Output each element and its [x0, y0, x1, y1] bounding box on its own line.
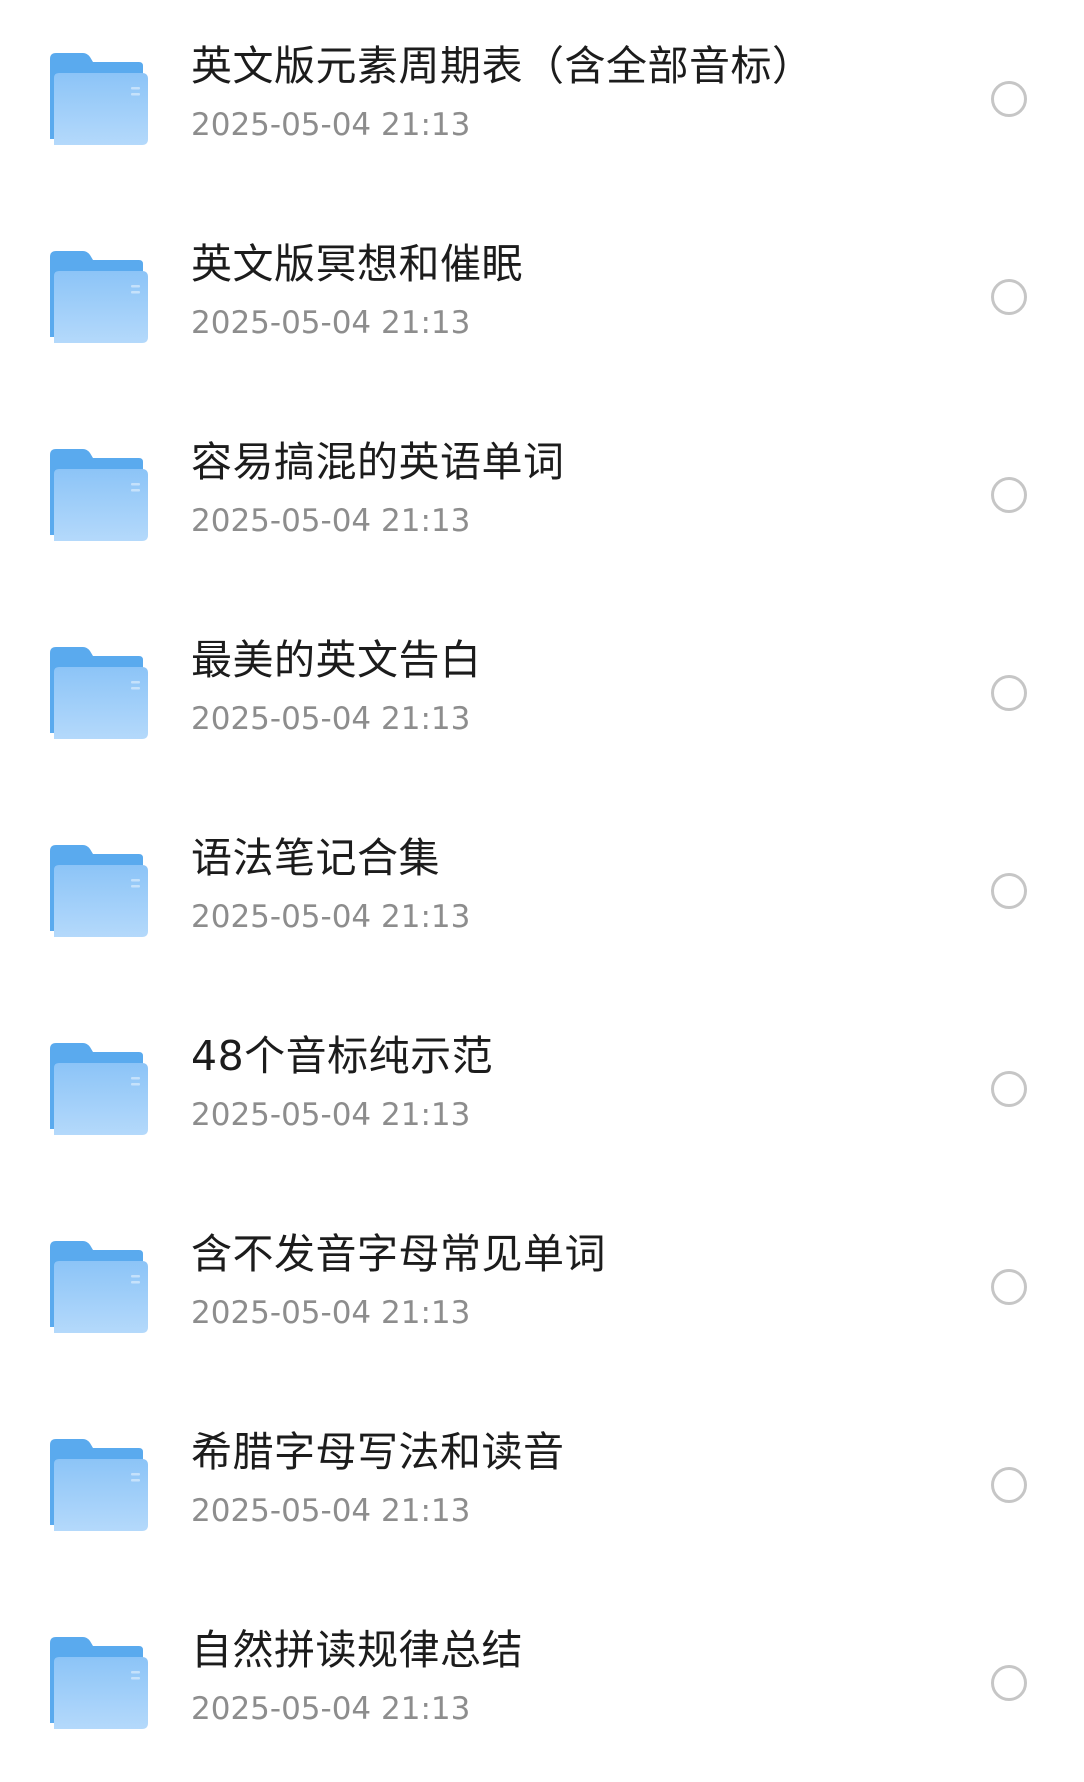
folder-name: 含不发音字母常见单词 [191, 1230, 606, 1278]
select-radio[interactable] [991, 1269, 1027, 1305]
select-radio[interactable] [991, 873, 1027, 909]
select-radio[interactable] [991, 1467, 1027, 1503]
folder-date: 2025-05-04 21:13 [191, 1691, 471, 1727]
folder-icon [50, 845, 148, 937]
folder-date: 2025-05-04 21:13 [191, 305, 471, 341]
select-radio[interactable] [991, 1071, 1027, 1107]
select-radio[interactable] [991, 477, 1027, 513]
folder-icon [50, 1637, 148, 1729]
list-item[interactable]: 希腊字母写法和读音 2025-05-04 21:13 [0, 1386, 1084, 1584]
select-radio[interactable] [991, 675, 1027, 711]
folder-name: 英文版冥想和催眠 [191, 240, 523, 288]
list-item[interactable]: 英文版冥想和催眠 2025-05-04 21:13 [0, 198, 1084, 396]
folder-date: 2025-05-04 21:13 [191, 107, 471, 143]
folder-date: 2025-05-04 21:13 [191, 701, 471, 737]
folder-name: 英文版元素周期表（含全部音标） [191, 42, 814, 90]
list-item[interactable]: 最美的英文告白 2025-05-04 21:13 [0, 594, 1084, 792]
folder-icon [50, 1439, 148, 1531]
select-radio[interactable] [991, 279, 1027, 315]
list-item[interactable]: 48个音标纯示范 2025-05-04 21:13 [0, 990, 1084, 1188]
folder-name: 自然拼读规律总结 [191, 1626, 523, 1674]
list-item[interactable]: 英文版元素周期表（含全部音标） 2025-05-04 21:13 [0, 0, 1084, 198]
select-radio[interactable] [991, 81, 1027, 117]
folder-icon [50, 1043, 148, 1135]
folder-icon [50, 53, 148, 145]
list-item[interactable]: 语法笔记合集 2025-05-04 21:13 [0, 792, 1084, 990]
list-item[interactable]: 容易搞混的英语单词 2025-05-04 21:13 [0, 396, 1084, 594]
folder-icon [50, 251, 148, 343]
folder-date: 2025-05-04 21:13 [191, 1097, 471, 1133]
select-radio[interactable] [991, 1665, 1027, 1701]
list-item[interactable]: 自然拼读规律总结 2025-05-04 21:13 [0, 1584, 1084, 1782]
folder-name: 最美的英文告白 [191, 636, 482, 684]
folder-icon [50, 1241, 148, 1333]
folder-icon [50, 647, 148, 739]
folder-name: 希腊字母写法和读音 [191, 1428, 565, 1476]
folder-icon [50, 449, 148, 541]
file-list: 英文版元素周期表（含全部音标） 2025-05-04 21:13 英文版冥想和催… [0, 0, 1084, 1758]
folder-date: 2025-05-04 21:13 [191, 1295, 471, 1331]
folder-date: 2025-05-04 21:13 [191, 1493, 471, 1529]
folder-name: 容易搞混的英语单词 [191, 438, 565, 486]
folder-date: 2025-05-04 21:13 [191, 503, 471, 539]
folder-date: 2025-05-04 21:13 [191, 899, 471, 935]
folder-name: 语法笔记合集 [191, 834, 440, 882]
list-item[interactable]: 含不发音字母常见单词 2025-05-04 21:13 [0, 1188, 1084, 1386]
folder-name: 48个音标纯示范 [191, 1032, 494, 1080]
